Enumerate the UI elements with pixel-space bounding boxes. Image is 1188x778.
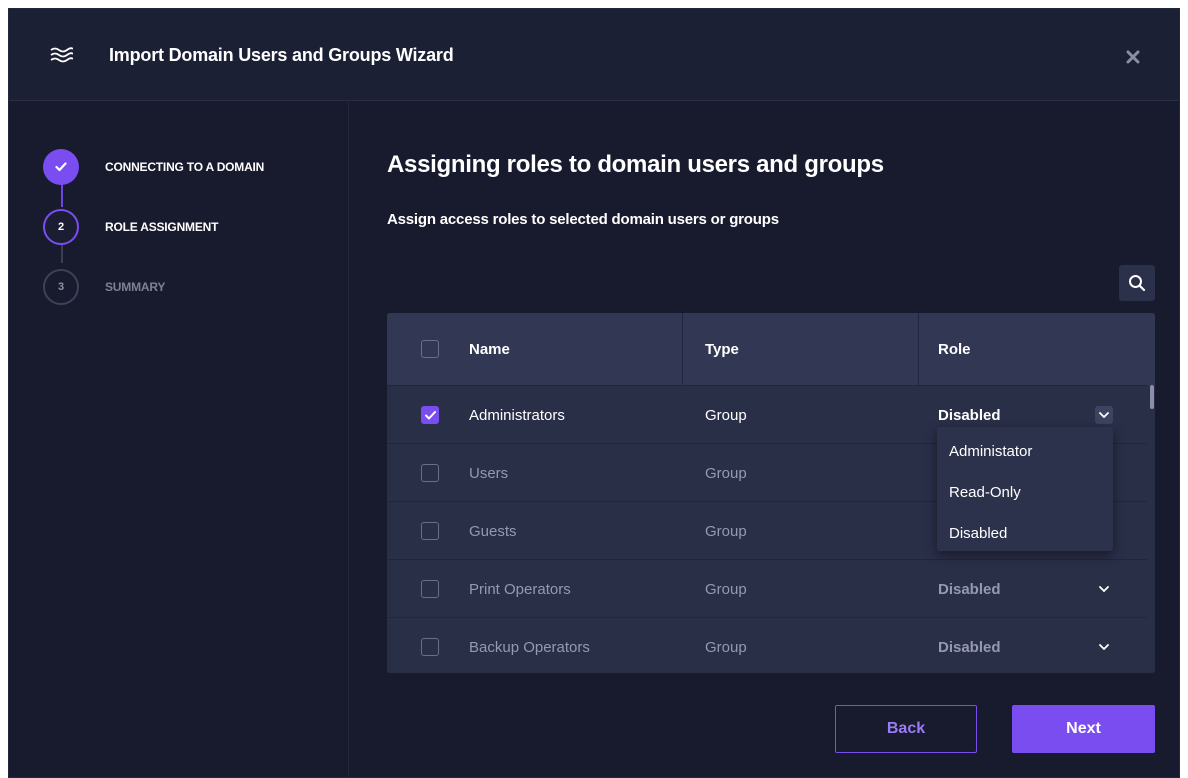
table-row[interactable]: Backup Operators Group Disabled xyxy=(387,617,1147,673)
row-name: Users xyxy=(469,464,509,482)
step-summary[interactable]: 3 SUMMARY xyxy=(43,269,165,305)
search-icon xyxy=(1129,275,1146,292)
row-type: Group xyxy=(705,464,747,482)
row-type: Group xyxy=(705,580,747,598)
step-completed-indicator xyxy=(43,149,79,185)
waves-icon xyxy=(50,47,73,63)
row-checkbox[interactable] xyxy=(421,522,439,540)
page-subtitle: Assign access roles to selected domain u… xyxy=(387,211,779,228)
step-label: CONNECTING TO A DOMAIN xyxy=(105,160,265,174)
search-button[interactable] xyxy=(1119,265,1155,301)
chevron-down-icon[interactable] xyxy=(1095,580,1113,598)
role-option-administrator[interactable]: Administator xyxy=(937,431,1113,472)
column-header-type[interactable]: Type xyxy=(705,313,739,385)
row-type: Group xyxy=(705,406,747,424)
row-type: Group xyxy=(705,522,747,540)
row-role-select[interactable]: Disabled xyxy=(938,618,1001,673)
page-title: Assigning roles to domain users and grou… xyxy=(387,151,884,178)
column-divider xyxy=(918,313,919,385)
column-header-role[interactable]: Role xyxy=(938,313,971,385)
chevron-down-icon[interactable] xyxy=(1095,638,1113,656)
role-option-disabled[interactable]: Disabled xyxy=(937,513,1113,554)
row-name: Backup Operators xyxy=(469,638,590,656)
check-icon xyxy=(55,162,67,172)
table-header: Name Type Role xyxy=(387,313,1155,385)
table-row[interactable]: Print Operators Group Disabled xyxy=(387,559,1147,617)
role-option-read-only[interactable]: Read-Only xyxy=(937,472,1113,513)
main-content: Assigning roles to domain users and grou… xyxy=(349,101,1179,777)
row-checkbox[interactable] xyxy=(421,406,439,424)
back-button[interactable]: Back xyxy=(835,705,977,753)
row-role-select[interactable]: Disabled xyxy=(938,560,1001,618)
title-bar: Import Domain Users and Groups Wizard xyxy=(9,9,1179,101)
row-name: Administrators xyxy=(469,406,565,424)
step-number: 3 xyxy=(43,269,79,305)
step-role-assignment[interactable]: 2 ROLE ASSIGNMENT xyxy=(43,209,218,245)
close-icon[interactable] xyxy=(1125,49,1141,65)
check-icon xyxy=(424,410,436,419)
row-name: Print Operators xyxy=(469,580,571,598)
step-number: 2 xyxy=(43,209,79,245)
wizard-steps-sidebar: CONNECTING TO A DOMAIN 2 ROLE ASSIGNMENT… xyxy=(9,101,349,777)
scrollbar-thumb[interactable] xyxy=(1150,385,1154,409)
select-all-checkbox[interactable] xyxy=(421,340,439,358)
column-header-name[interactable]: Name xyxy=(469,313,510,385)
step-label: ROLE ASSIGNMENT xyxy=(105,220,219,234)
row-checkbox[interactable] xyxy=(421,638,439,656)
row-checkbox[interactable] xyxy=(421,580,439,598)
row-type: Group xyxy=(705,638,747,656)
step-label: SUMMARY xyxy=(105,280,166,294)
next-button[interactable]: Next xyxy=(1012,705,1155,753)
window-title: Import Domain Users and Groups Wizard xyxy=(109,45,454,65)
step-connecting-to-domain[interactable]: CONNECTING TO A DOMAIN xyxy=(43,149,264,185)
chevron-down-icon[interactable] xyxy=(1095,406,1113,424)
row-checkbox[interactable] xyxy=(421,464,439,482)
row-name: Guests xyxy=(469,522,517,540)
role-dropdown-menu: Administator Read-Only Disabled xyxy=(937,427,1113,551)
table-scrollbar[interactable] xyxy=(1150,385,1154,673)
column-divider xyxy=(682,313,683,385)
wizard-window: Import Domain Users and Groups Wizard CO… xyxy=(8,8,1180,778)
